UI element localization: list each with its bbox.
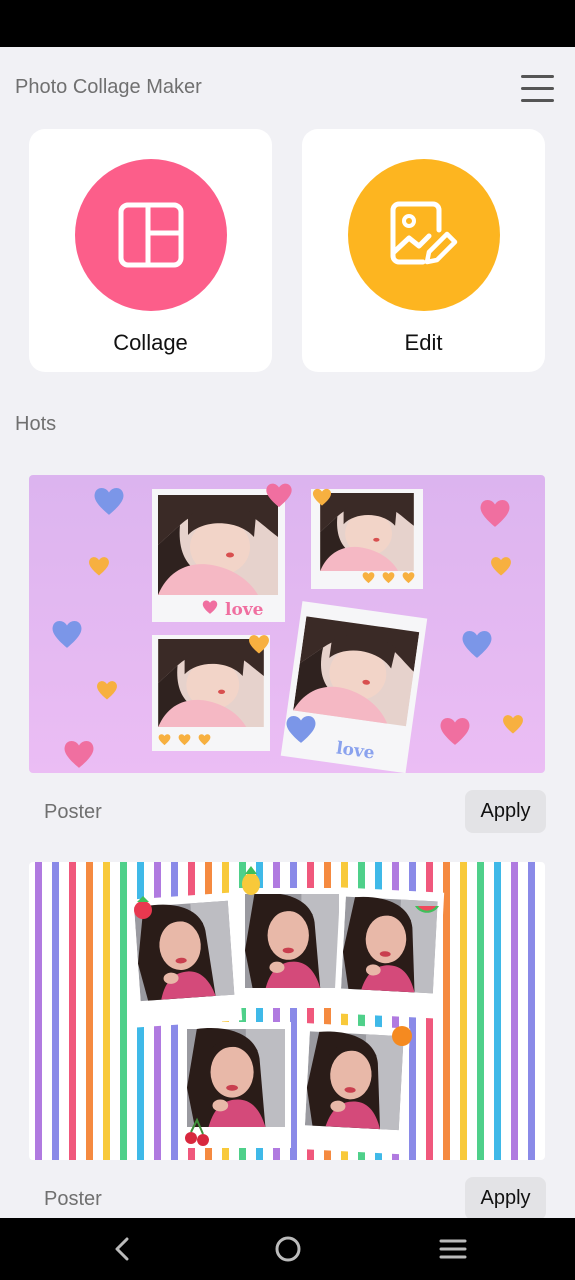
menu-icon-line	[521, 99, 554, 102]
template-1-label: Poster	[44, 801, 102, 823]
collage-card[interactable]: Collage	[29, 129, 272, 372]
sticker-love-1: love	[225, 600, 264, 620]
photo-edit-icon	[390, 201, 458, 265]
app-title: Photo Collage Maker	[15, 76, 202, 98]
recents-icon[interactable]	[438, 1234, 468, 1264]
collage-label: Collage	[113, 330, 188, 355]
home-icon[interactable]	[273, 1234, 303, 1264]
status-bar	[0, 0, 575, 47]
poster-2-artwork	[35, 862, 535, 1160]
system-nav-bar	[0, 1218, 575, 1280]
collage-layout-icon	[118, 202, 184, 268]
menu-button[interactable]	[516, 71, 558, 107]
apply-button-2[interactable]: Apply	[465, 1177, 546, 1218]
template-thumbnail-2[interactable]	[29, 862, 545, 1160]
app-screen: Photo Collage Maker Collage Edit Hots lo…	[0, 47, 575, 1218]
template-thumbnail-1[interactable]: love love	[29, 475, 545, 773]
apply-button-1[interactable]: Apply	[465, 790, 546, 833]
app-header: Photo Collage Maker	[0, 47, 575, 131]
hots-section-title: Hots	[15, 413, 57, 435]
edit-card[interactable]: Edit	[302, 129, 545, 372]
poster-1-artwork: love love	[52, 483, 523, 773]
edit-label: Edit	[404, 330, 443, 355]
edit-circle	[348, 159, 500, 311]
menu-icon	[521, 75, 554, 78]
menu-icon-line	[521, 87, 554, 90]
collage-circle	[75, 159, 227, 311]
template-2-label: Poster	[44, 1188, 102, 1210]
back-icon[interactable]	[110, 1234, 134, 1264]
